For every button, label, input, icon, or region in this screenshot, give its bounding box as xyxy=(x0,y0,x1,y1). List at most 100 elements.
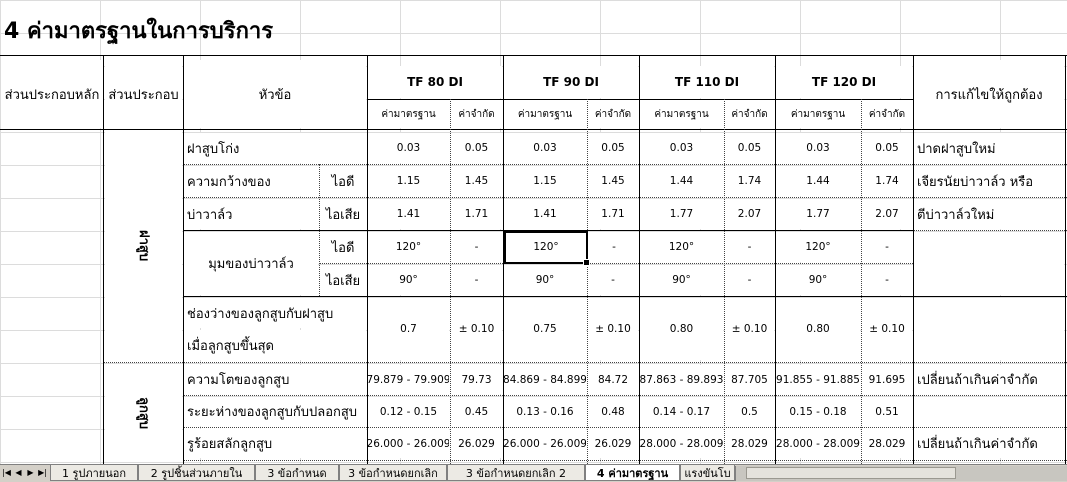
subheader-limit[interactable]: ค่าจำกัด xyxy=(725,100,774,128)
value-cell[interactable]: - xyxy=(588,265,638,295)
topic-sub-cell[interactable]: ไอดี xyxy=(320,232,366,262)
correction-cell[interactable]: เปลี่ยนถ้าเกินค่าจำกัด xyxy=(914,429,1064,458)
subheader-standard[interactable]: ค่ามาตรฐาน xyxy=(640,100,723,128)
value-cell[interactable]: 2.07 xyxy=(862,199,912,229)
value-cell[interactable]: 0.03 xyxy=(368,133,449,163)
value-cell[interactable]: 28.000 - 28.009 xyxy=(640,429,723,458)
value-cell[interactable]: ± 0.10 xyxy=(588,298,638,360)
value-cell[interactable]: - xyxy=(451,265,502,295)
value-cell[interactable]: 90° xyxy=(640,265,723,295)
topic-sub-cell[interactable]: ไอดี xyxy=(320,166,366,196)
topic-cell[interactable]: ฝาสูบโก่ง xyxy=(184,133,318,163)
value-cell[interactable]: 1.77 xyxy=(776,199,860,229)
value-cell[interactable]: 1.15 xyxy=(504,166,586,196)
sheet-tab[interactable]: แรงขันโบ xyxy=(680,465,735,481)
value-cell[interactable]: 90° xyxy=(504,265,586,295)
value-cell[interactable]: 0.45 xyxy=(451,397,502,426)
value-cell[interactable]: 26.029 xyxy=(588,429,638,458)
sheet-tab[interactable]: 1 รูปภายนอก xyxy=(50,465,138,481)
topic-cell[interactable]: ความโตของลูกสูบ xyxy=(184,365,366,394)
value-cell[interactable]: 0.80 xyxy=(776,298,860,360)
subheader-standard[interactable]: ค่ามาตรฐาน xyxy=(504,100,586,128)
value-cell[interactable]: 26.000 - 26.009 xyxy=(368,429,449,458)
value-cell[interactable]: 0.05 xyxy=(862,133,912,163)
value-cell[interactable]: 1.71 xyxy=(451,199,502,229)
sheet-tab[interactable]: 3 ข้อกำหนดยกเลิก 2 xyxy=(447,465,585,481)
topic-cell[interactable]: มุมของบ่าวาล์ว xyxy=(184,232,318,295)
value-cell[interactable]: - xyxy=(862,265,912,295)
correction-cell[interactable]: เปลี่ยนถ้าเกินค่าจำกัด xyxy=(914,365,1064,394)
value-cell[interactable]: 0.12 - 0.15 xyxy=(368,397,449,426)
value-cell[interactable]: 87.705 xyxy=(725,365,774,394)
value-cell[interactable]: 2.07 xyxy=(725,199,774,229)
value-cell[interactable]: 1.74 xyxy=(725,166,774,196)
value-cell[interactable]: 28.000 - 28.009 xyxy=(776,429,860,458)
value-cell[interactable]: 90° xyxy=(368,265,449,295)
value-cell[interactable]: ± 0.10 xyxy=(451,298,502,360)
value-cell[interactable]: 1.44 xyxy=(640,166,723,196)
value-cell[interactable]: 0.03 xyxy=(640,133,723,163)
value-cell[interactable]: 1.45 xyxy=(588,166,638,196)
value-cell[interactable]: ± 0.10 xyxy=(725,298,774,360)
value-cell[interactable]: 0.7 xyxy=(368,298,449,360)
value-cell[interactable]: 1.77 xyxy=(640,199,723,229)
subheader-standard[interactable]: ค่ามาตรฐาน xyxy=(368,100,449,128)
horizontal-scrollbar[interactable] xyxy=(735,466,1067,481)
value-cell[interactable]: 79.73 xyxy=(451,365,502,394)
next-sheet-icon[interactable]: ▶ xyxy=(25,466,36,480)
value-cell[interactable]: 1.41 xyxy=(504,199,586,229)
value-cell[interactable]: 0.05 xyxy=(725,133,774,163)
header-model-tf120[interactable]: TF 120 DI xyxy=(776,66,912,98)
correction-cell[interactable]: ตีบ่าวาล์วใหม่ xyxy=(914,199,1064,229)
correction-cell[interactable] xyxy=(914,232,1064,295)
sheet-tab[interactable]: 3 ข้อกำหนด xyxy=(255,465,339,481)
value-cell[interactable]: ± 0.10 xyxy=(862,298,912,360)
header-model-tf80[interactable]: TF 80 DI xyxy=(368,66,502,98)
value-cell[interactable]: 0.05 xyxy=(451,133,502,163)
value-cell[interactable]: 91.695 xyxy=(862,365,912,394)
value-cell[interactable]: 0.80 xyxy=(640,298,723,360)
correction-cell[interactable]: เจียรนัยบ่าวาล์ว หรือ xyxy=(914,166,1064,196)
value-cell[interactable]: - xyxy=(451,232,502,262)
topic-cell[interactable]: ความกว้างของ xyxy=(184,166,318,196)
subheader-limit[interactable]: ค่าจำกัด xyxy=(862,100,912,128)
value-cell[interactable]: 0.5 xyxy=(725,397,774,426)
sheet-tab[interactable]: 2 รูปชิ้นส่วนภายใน xyxy=(138,465,255,481)
topic-cell[interactable]: ช่องว่างของลูกสูบกับฝาสูบ xyxy=(184,298,366,328)
value-cell[interactable]: 28.029 xyxy=(862,429,912,458)
value-cell[interactable]: 120° xyxy=(640,232,723,262)
first-sheet-icon[interactable]: |◀ xyxy=(1,466,12,480)
value-cell[interactable]: - xyxy=(590,232,638,262)
correction-cell[interactable]: ปาดฝาสูบใหม่ xyxy=(914,133,1064,163)
value-cell[interactable]: 1.45 xyxy=(451,166,502,196)
value-cell[interactable]: 79.879 - 79.909 xyxy=(368,365,449,394)
value-cell[interactable]: - xyxy=(725,232,774,262)
topic-sub-cell[interactable]: ไอเสีย xyxy=(320,265,366,295)
prev-sheet-icon[interactable]: ◀ xyxy=(13,466,24,480)
value-cell[interactable]: 87.863 - 89.893 xyxy=(640,365,723,394)
group-label-piston[interactable]: ลูกสูบ xyxy=(105,364,182,462)
header-component[interactable]: ส่วนประกอบ xyxy=(105,60,182,128)
value-cell[interactable]: 1.15 xyxy=(368,166,449,196)
header-correction[interactable]: การแก้ไขให้ถูกต้อง xyxy=(914,60,1064,128)
topic-cell[interactable]: เมื่อลูกสูบขึ้นสุด xyxy=(184,330,366,360)
value-cell[interactable]: 26.000 - 26.009 xyxy=(504,429,586,458)
scrollbar-thumb[interactable] xyxy=(746,467,956,479)
value-cell[interactable]: 120° xyxy=(776,232,860,262)
topic-cell[interactable]: ระยะห่างของลูกสูบกับปลอกสูบ xyxy=(184,397,366,426)
value-cell[interactable]: 0.15 - 0.18 xyxy=(776,397,860,426)
correction-cell[interactable] xyxy=(914,298,1064,360)
spreadsheet-grid[interactable]: 4 ค่ามาตรฐานในการบริการ ส่วนประกอบหลัก ส… xyxy=(0,0,1067,464)
value-cell[interactable]: 1.74 xyxy=(862,166,912,196)
value-cell[interactable]: 28.029 xyxy=(725,429,774,458)
value-cell[interactable]: 1.44 xyxy=(776,166,860,196)
group-label-cylinder-head[interactable]: ฝาสูบ xyxy=(105,132,182,360)
value-cell[interactable]: 1.71 xyxy=(588,199,638,229)
topic-cell[interactable]: รูร้อยสลักลูกสูบ xyxy=(184,429,366,458)
value-cell[interactable]: 91.855 - 91.885 xyxy=(776,365,860,394)
active-cell-selection[interactable] xyxy=(504,231,590,266)
header-topic[interactable]: หัวข้อ xyxy=(184,60,366,128)
value-cell[interactable]: 1.41 xyxy=(368,199,449,229)
value-cell[interactable]: - xyxy=(862,232,912,262)
value-cell[interactable]: 0.03 xyxy=(504,133,586,163)
